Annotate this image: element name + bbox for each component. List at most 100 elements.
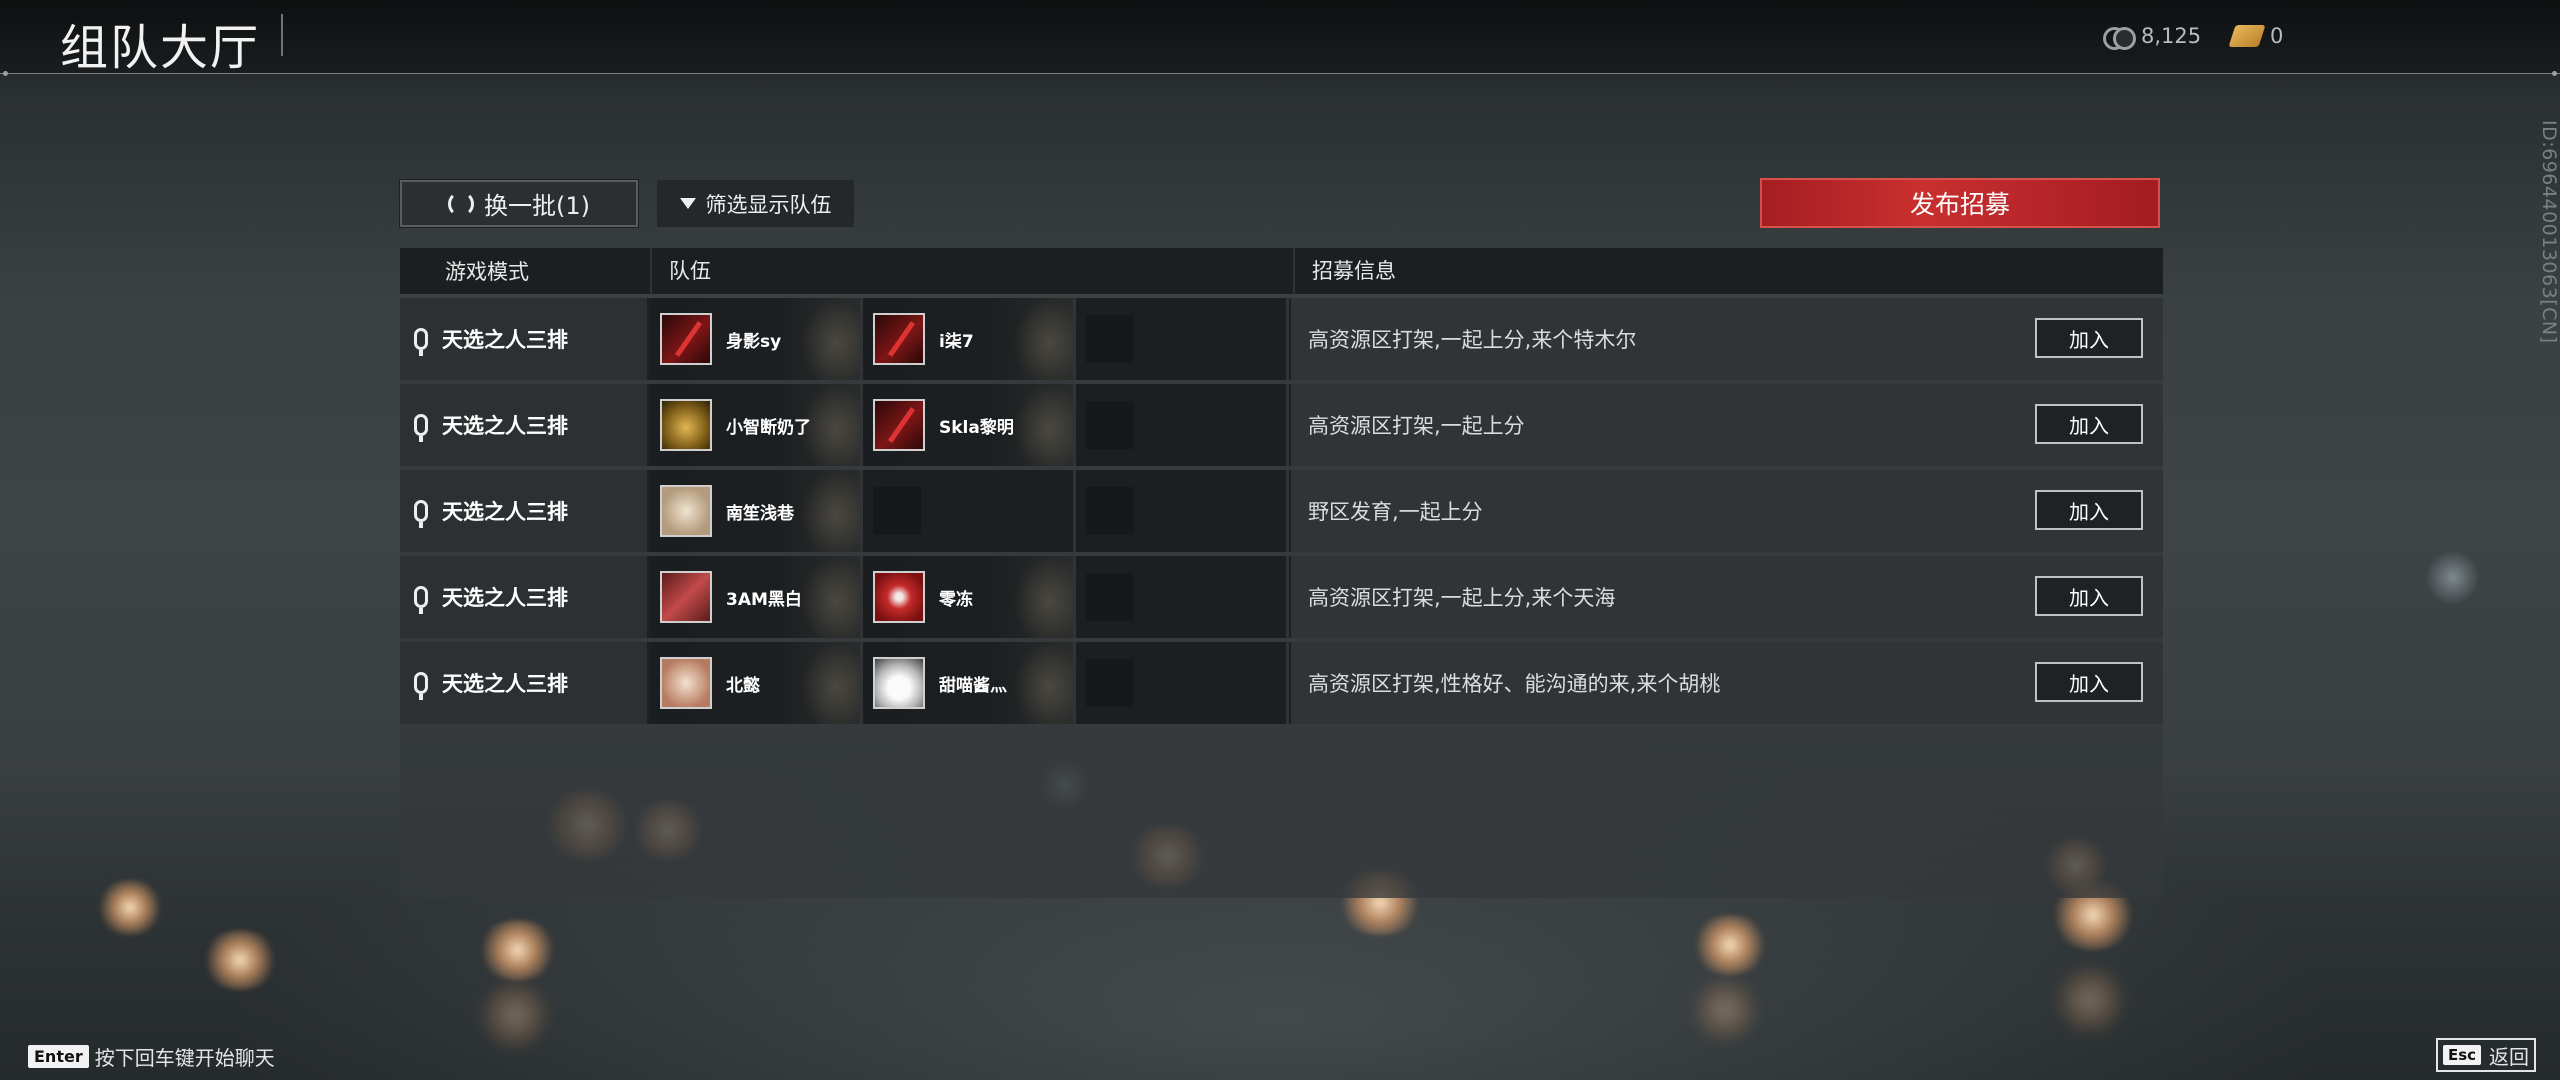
divider-dot [3, 71, 8, 76]
rank-emblem-decoration [800, 642, 860, 724]
mode-cell: 天选之人三排 [400, 642, 650, 724]
lantern-reflection [480, 975, 550, 1055]
member-name: 小智断奶了 [726, 417, 811, 438]
header-team: 队伍 [650, 248, 1293, 294]
filter-teams-button[interactable]: 筛选显示队伍 [657, 180, 854, 227]
table-row: 天选之人三排 身影sy i柒7 高资源区打架,一起上分,来个特木尔 加入 [400, 298, 2163, 380]
member-slot[interactable]: 零冻 [863, 556, 1073, 638]
filter-label: 筛选显示队伍 [705, 192, 832, 217]
recruit-message: 高资源区打架,一起上分 [1308, 414, 1525, 438]
table-row: 天选之人三排 3AM黑白 零冻 高资源区打架,一起上分,来个天海 加入 [400, 556, 2163, 638]
table-body: 天选之人三排 身影sy i柒7 高资源区打架,一起上分,来个特木尔 加入 天选之… [400, 298, 2163, 898]
empty-slot [1076, 642, 1286, 724]
lantern-decoration [95, 880, 165, 935]
mode-cell: 天选之人三排 [400, 556, 650, 638]
refresh-batch-button[interactable]: 换一批(1) [399, 179, 639, 228]
mode-label: 天选之人三排 [442, 328, 568, 352]
lantern-decoration [200, 930, 280, 990]
lantern-reflection [1690, 975, 1760, 1045]
enter-key-badge: Enter [28, 1045, 89, 1068]
bamboo-avatar [660, 571, 712, 623]
member-name: 零冻 [939, 589, 973, 610]
join-button[interactable]: 加入 [2035, 404, 2143, 444]
mode-cell: 天选之人三排 [400, 298, 650, 380]
back-button[interactable]: Esc 返回 [2436, 1038, 2536, 1072]
member-slot[interactable]: 3AM黑白 [650, 556, 860, 638]
refresh-icon [448, 190, 474, 217]
recruit-message: 高资源区打架,一起上分,来个天海 [1308, 586, 1616, 610]
rank-emblem-decoration [800, 298, 860, 380]
member-slot[interactable]: 北懿 [650, 642, 860, 724]
chat-hint-text: 按下回车键开始聊天 [94, 1046, 275, 1070]
red-blade-avatar [873, 399, 925, 451]
empty-slot [1076, 470, 1286, 552]
mode-label: 天选之人三排 [442, 500, 568, 524]
post-recruitment-button[interactable]: 发布招募 [1760, 178, 2160, 228]
mode-cell: 天选之人三排 [400, 470, 650, 552]
member-slot[interactable]: 甜喵酱灬 [863, 642, 1073, 724]
member-slot[interactable]: 小智断奶了 [650, 384, 860, 466]
info-cell: 高资源区打架,一起上分,来个天海 加入 [1289, 556, 2163, 638]
empty-slot [863, 470, 1073, 552]
header-info: 招募信息 [1293, 248, 2163, 294]
user-id-label: ID:696440013063[CN] [2538, 120, 2560, 344]
top-bar: 组队大厅 8,125 0 [0, 0, 2560, 76]
member-slot[interactable]: i柒7 [863, 298, 1073, 380]
microphone-icon [414, 328, 428, 356]
member-name: 甜喵酱灬 [939, 675, 1007, 696]
ticket-amount: 0 [2270, 24, 2284, 48]
beige-dragon-avatar [660, 485, 712, 537]
team-table: 游戏模式 队伍 招募信息 天选之人三排 身影sy i柒7 高资源区打架,一起上分… [400, 248, 2163, 898]
coin-amount: 8,125 [2141, 24, 2202, 48]
red-blade-avatar [660, 313, 712, 365]
page-title: 组队大厅 [60, 20, 261, 76]
red-blade-avatar [873, 313, 925, 365]
esc-key-badge: Esc [2442, 1045, 2482, 1065]
table-row: 天选之人三排 南笙浅巷 野区发育,一起上分 加入 [400, 470, 2163, 552]
info-cell: 野区发育,一起上分 加入 [1289, 470, 2163, 552]
microphone-icon [414, 500, 428, 528]
member-slot[interactable]: Skla黎明 [863, 384, 1073, 466]
rank-emblem-decoration [800, 556, 860, 638]
refresh-label: 换一批(1) [484, 192, 590, 220]
post-label: 发布招募 [1909, 190, 2010, 219]
recruit-message: 高资源区打架,性格好、能沟通的来,来个胡桃 [1308, 672, 1721, 696]
table-row: 天选之人三排 小智断奶了 Skla黎明 高资源区打架,一起上分 加入 [400, 384, 2163, 466]
filter-icon [679, 198, 696, 209]
rank-emblem-decoration [1013, 642, 1073, 724]
empty-avatar-placeholder [1086, 659, 1134, 707]
empty-avatar-placeholder [873, 487, 921, 535]
join-button[interactable]: 加入 [2035, 318, 2143, 358]
crimson-emblem-avatar [873, 571, 925, 623]
info-cell: 高资源区打架,一起上分,来个特木尔 加入 [1289, 298, 2163, 380]
member-name: 北懿 [726, 675, 760, 696]
member-name: 南笙浅巷 [726, 503, 794, 524]
member-name: Skla黎明 [939, 417, 1014, 438]
lantern-decoration [475, 920, 560, 980]
currency-coins: 8,125 [2103, 24, 2202, 50]
member-name: i柒7 [939, 331, 974, 352]
lantern-decoration [1690, 915, 1770, 975]
coin-icon [2103, 25, 2136, 50]
member-slot[interactable]: 南笙浅巷 [650, 470, 860, 552]
member-name: 3AM黑白 [726, 589, 802, 610]
title-divider [281, 14, 283, 56]
mode-cell: 天选之人三排 [400, 384, 650, 466]
empty-slot [1076, 384, 1286, 466]
member-name: 身影sy [726, 331, 782, 352]
table-row: 天选之人三排 北懿 甜喵酱灬 高资源区打架,性格好、能沟通的来,来个胡桃 加入 [400, 642, 2163, 724]
join-button[interactable]: 加入 [2035, 576, 2143, 616]
back-label: 返回 [2489, 1044, 2530, 1069]
mode-label: 天选之人三排 [442, 586, 568, 610]
microphone-icon [414, 672, 428, 700]
white-mask-avatar [873, 657, 925, 709]
recruit-message: 高资源区打架,一起上分,来个特木尔 [1308, 328, 1637, 352]
info-cell: 高资源区打架,性格好、能沟通的来,来个胡桃 加入 [1289, 642, 2163, 724]
rank-emblem-decoration [1013, 556, 1073, 638]
join-button[interactable]: 加入 [2035, 490, 2143, 530]
empty-avatar-placeholder [1086, 487, 1134, 535]
join-button[interactable]: 加入 [2035, 662, 2143, 702]
golden-tiger-avatar [660, 399, 712, 451]
empty-avatar-placeholder [1086, 315, 1134, 363]
member-slot[interactable]: 身影sy [650, 298, 860, 380]
